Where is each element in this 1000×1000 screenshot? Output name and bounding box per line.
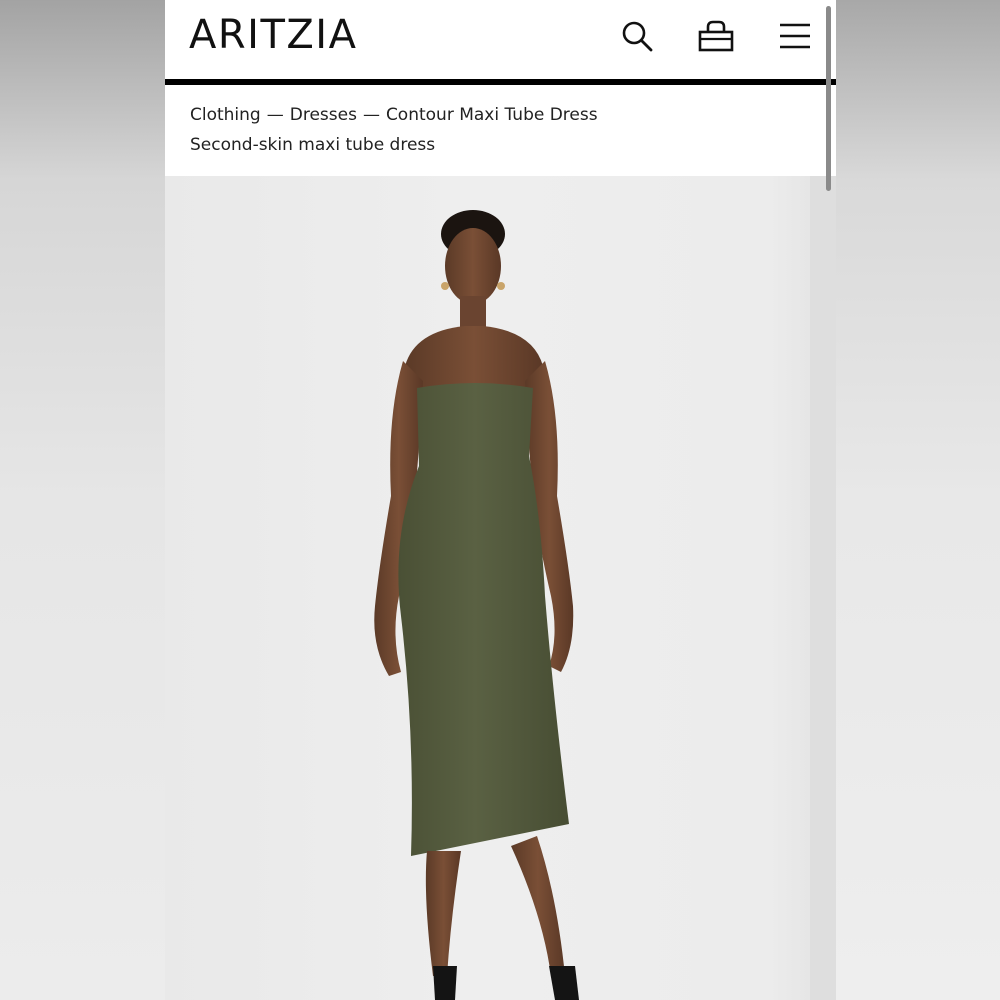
breadcrumb-item-dresses[interactable]: Dresses [290, 105, 357, 125]
brand-logo[interactable]: ARITZIA [189, 10, 357, 60]
breadcrumb-separator: — [362, 105, 380, 125]
product-image[interactable] [165, 176, 836, 1000]
search-icon[interactable] [617, 16, 657, 56]
backdrop-right [836, 0, 1000, 1000]
breadcrumb: Clothing — Dresses — Contour Maxi Tube Dress… [165, 85, 836, 176]
product-subtitle: Second-skin maxi tube dress [190, 135, 436, 155]
breadcrumb-item-clothing[interactable]: Clothing [190, 105, 261, 125]
image-edge-shadow [810, 176, 836, 1000]
scrollbar[interactable] [826, 6, 831, 191]
model-illustration [374, 210, 579, 1000]
phone-screen: ARITZIA Clothing — Dresses — Contour Max… [165, 0, 836, 1000]
site-header: ARITZIA [165, 0, 836, 79]
breadcrumb-separator: — [266, 105, 284, 125]
breadcrumb-trail: Clothing — Dresses — Contour Maxi Tube Dress [190, 104, 598, 126]
breadcrumb-item-current[interactable]: Contour Maxi Tube Dress [386, 105, 598, 125]
backdrop-left [0, 0, 165, 1000]
hamburger-menu-icon[interactable] [775, 16, 815, 56]
shopping-bag-icon[interactable] [696, 16, 736, 56]
